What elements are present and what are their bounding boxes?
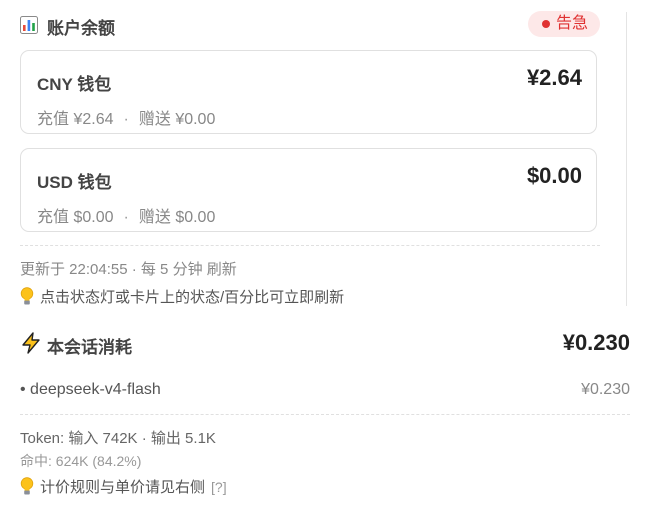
- gift-value: ¥0.00: [175, 111, 216, 128]
- separator: ·: [123, 209, 129, 226]
- refresh-tip: 点击状态灯或卡片上的状态/百分比可立即刷新: [20, 286, 344, 307]
- balance-header: 账户余额 告急: [20, 10, 600, 40]
- pricing-tip-text: 计价规则与单价请见右侧: [40, 479, 206, 496]
- wallet-amount: ¥2.64: [526, 65, 582, 90]
- model-cost: ¥0.230: [581, 381, 630, 398]
- gift-value: $0.00: [175, 209, 216, 226]
- wallet-detail: 充值 $0.00 · 赠送 $0.00: [37, 203, 215, 227]
- lightbulb-icon: [20, 287, 34, 305]
- session-cost-header: 本会话消耗 ¥0.230: [20, 330, 630, 360]
- separator: ·: [123, 111, 129, 128]
- wallet-detail: 充值 ¥2.64 · 赠送 ¥0.00: [37, 105, 215, 129]
- wallet-amount: $0.00: [526, 163, 582, 188]
- divider: [20, 245, 600, 246]
- recharge-value: ¥2.64: [73, 111, 114, 128]
- model-name: • deepseek-v4-flash: [20, 381, 161, 398]
- recharge-value: $0.00: [73, 209, 114, 226]
- pricing-tip: 计价规则与单价请见右侧 [?]: [20, 476, 227, 497]
- session-total: ¥0.230: [562, 330, 630, 355]
- list-item: • deepseek-v4-flash ¥0.230: [20, 381, 630, 403]
- update-status: 更新于 22:04:55 · 每 5 分钟 刷新: [20, 261, 237, 278]
- recharge-label: 充值: [37, 111, 70, 128]
- lightbulb-icon: [20, 477, 34, 495]
- gift-label: 赠送: [138, 209, 171, 226]
- page-title: 账户余额: [47, 19, 115, 38]
- bar-chart-icon: [20, 16, 38, 34]
- refresh-tip-text: 点击状态灯或卡片上的状态/百分比可立即刷新: [40, 289, 345, 306]
- status-badge-label: 告急: [555, 15, 588, 32]
- lightning-icon: [22, 332, 40, 354]
- status-badge[interactable]: 告急: [527, 11, 600, 37]
- status-dot-icon: [541, 20, 550, 28]
- cny-wallet-card[interactable]: CNY 钱包 ¥2.64 充值 ¥2.64 · 赠送 ¥0.00: [20, 50, 597, 134]
- divider: [20, 414, 630, 415]
- token-usage: Token: 输入 742K · 输出 5.1K: [20, 430, 216, 447]
- wallet-name: CNY 钱包: [37, 75, 112, 94]
- cache-hits: 命中: 624K (84.2%): [20, 453, 142, 469]
- panel-divider: [626, 12, 627, 306]
- section-title: 本会话消耗: [47, 338, 132, 357]
- help-link[interactable]: [?]: [211, 479, 227, 495]
- wallet-name: USD 钱包: [37, 173, 112, 192]
- gift-label: 赠送: [138, 111, 171, 128]
- recharge-label: 充值: [37, 209, 70, 226]
- usd-wallet-card[interactable]: USD 钱包 $0.00 充值 $0.00 · 赠送 $0.00: [20, 148, 597, 232]
